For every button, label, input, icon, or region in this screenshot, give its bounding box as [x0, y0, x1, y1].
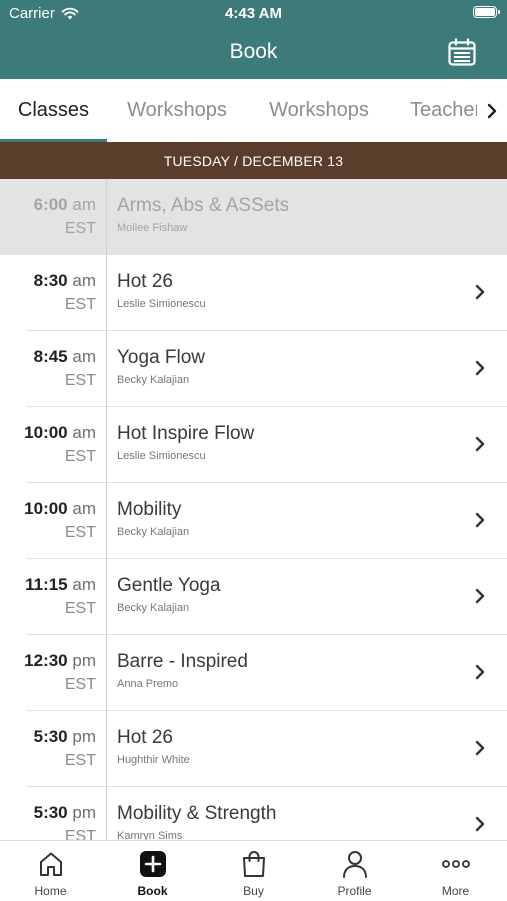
class-timezone: EST: [64, 524, 96, 541]
class-instructor: Mollee Fishaw: [117, 222, 188, 234]
nav-label: Home: [34, 884, 67, 898]
class-instructor: Leslie Simionescu: [117, 450, 206, 462]
date-header: TUESDAY / DECEMBER 13: [0, 142, 507, 179]
class-row[interactable]: 10:00 am EST Hot Inspire Flow Leslie Sim…: [0, 407, 507, 483]
class-instructor: Kamryn Sims: [117, 830, 183, 840]
class-timezone: EST: [64, 296, 96, 313]
class-time: 10:00 am: [24, 423, 96, 442]
book-plus-icon: [139, 851, 166, 877]
class-timezone: EST: [64, 220, 96, 237]
class-time: 8:45 am: [33, 347, 96, 366]
date-label: TUESDAY / DECEMBER 13: [163, 152, 344, 169]
chevron-right-icon: [475, 816, 485, 832]
class-time: 5:30 pm: [33, 803, 96, 822]
class-time: 11:15 am: [25, 575, 96, 594]
class-timezone: EST: [64, 372, 96, 389]
tab-label: Workshops: [269, 99, 369, 121]
tab-label: Classes: [17, 99, 90, 121]
class-name: Arms, Abs & ASSets: [117, 195, 290, 216]
nav-label: Buy: [243, 884, 264, 898]
chevron-right-icon: [475, 284, 485, 300]
class-name: Mobility & Strength: [117, 803, 277, 824]
shopping-bag-icon: [242, 851, 265, 877]
tab-bar: Classes Workshops Workshops Teachers: [0, 79, 507, 142]
chevron-right-icon: [475, 436, 485, 452]
class-instructor: Hughthir White: [117, 754, 190, 766]
chevron-right-icon: [475, 512, 485, 528]
battery-icon: [473, 6, 500, 18]
nav-label: Book: [137, 884, 168, 898]
class-name: Hot 26: [117, 271, 173, 292]
chevron-right-icon: [487, 103, 497, 118]
class-row[interactable]: 12:30 pm EST Barre - Inspired Anna Premo: [0, 635, 507, 711]
bottom-tab-bar: Home Book Buy Profile More: [0, 840, 507, 900]
class-name: Hot Inspire Flow: [117, 423, 255, 444]
class-instructor: Leslie Simionescu: [117, 298, 206, 310]
nav-label: Profile: [337, 884, 372, 898]
tab-workshops[interactable]: Workshops: [116, 79, 238, 142]
class-time: 6:00 am: [33, 195, 96, 214]
tab-workshops-2[interactable]: Workshops: [257, 79, 381, 142]
more-dots-icon: [441, 860, 470, 868]
class-row[interactable]: 8:30 am EST Hot 26 Leslie Simionescu: [0, 255, 507, 331]
app-header: Carrier 4:43 AM Book: [0, 0, 507, 79]
class-row[interactable]: 5:30 pm EST Mobility & Strength Kamryn S…: [0, 787, 507, 840]
class-row[interactable]: 5:30 pm EST Hot 26 Hughthir White: [0, 711, 507, 787]
class-timezone: EST: [64, 448, 96, 465]
nav-buy[interactable]: Buy: [203, 841, 304, 901]
class-name: Yoga Flow: [117, 347, 206, 368]
class-name: Barre - Inspired: [117, 651, 248, 672]
class-time: 8:30 am: [33, 271, 96, 290]
class-name: Gentle Yoga: [117, 575, 221, 596]
chevron-right-icon: [475, 360, 485, 376]
chevron-right-icon: [475, 588, 485, 604]
status-time: 4:43 AM: [225, 5, 282, 22]
class-list: 6:00 am EST Arms, Abs & ASSets Mollee Fi…: [0, 179, 507, 840]
page-title: Book: [229, 40, 278, 63]
class-timezone: EST: [64, 828, 96, 840]
profile-icon: [342, 851, 367, 878]
class-timezone: EST: [64, 600, 96, 617]
time-column-divider: [106, 179, 107, 840]
class-time: 10:00 am: [24, 499, 96, 518]
tab-scroll-button[interactable]: [477, 79, 507, 142]
class-time: 12:30 pm: [24, 651, 96, 670]
chevron-right-icon: [475, 664, 485, 680]
class-instructor: Becky Kalajian: [117, 374, 190, 386]
nav-home[interactable]: Home: [0, 841, 101, 901]
tab-label: Workshops: [127, 99, 227, 121]
calendar-icon: [448, 38, 476, 66]
class-row: 6:00 am EST Arms, Abs & ASSets Mollee Fi…: [0, 179, 507, 255]
nav-more[interactable]: More: [405, 841, 506, 901]
class-row[interactable]: 8:45 am EST Yoga Flow Becky Kalajian: [0, 331, 507, 407]
class-row[interactable]: 11:15 am EST Gentle Yoga Becky Kalajian: [0, 559, 507, 635]
class-instructor: Anna Premo: [117, 678, 179, 690]
class-timezone: EST: [64, 752, 96, 769]
nav-book[interactable]: Book: [102, 841, 203, 901]
class-instructor: Becky Kalajian: [117, 526, 190, 538]
class-timezone: EST: [64, 676, 96, 693]
class-time: 5:30 pm: [33, 727, 96, 746]
chevron-right-icon: [475, 740, 485, 756]
home-icon: [39, 852, 62, 876]
class-name: Hot 26: [117, 727, 173, 748]
class-name: Mobility: [117, 499, 182, 520]
calendar-button[interactable]: [446, 37, 478, 69]
class-row[interactable]: 10:00 am EST Mobility Becky Kalajian: [0, 483, 507, 559]
nav-profile[interactable]: Profile: [304, 841, 405, 901]
class-instructor: Becky Kalajian: [117, 602, 190, 614]
tab-classes[interactable]: Classes: [0, 79, 107, 142]
nav-label: More: [441, 884, 470, 898]
